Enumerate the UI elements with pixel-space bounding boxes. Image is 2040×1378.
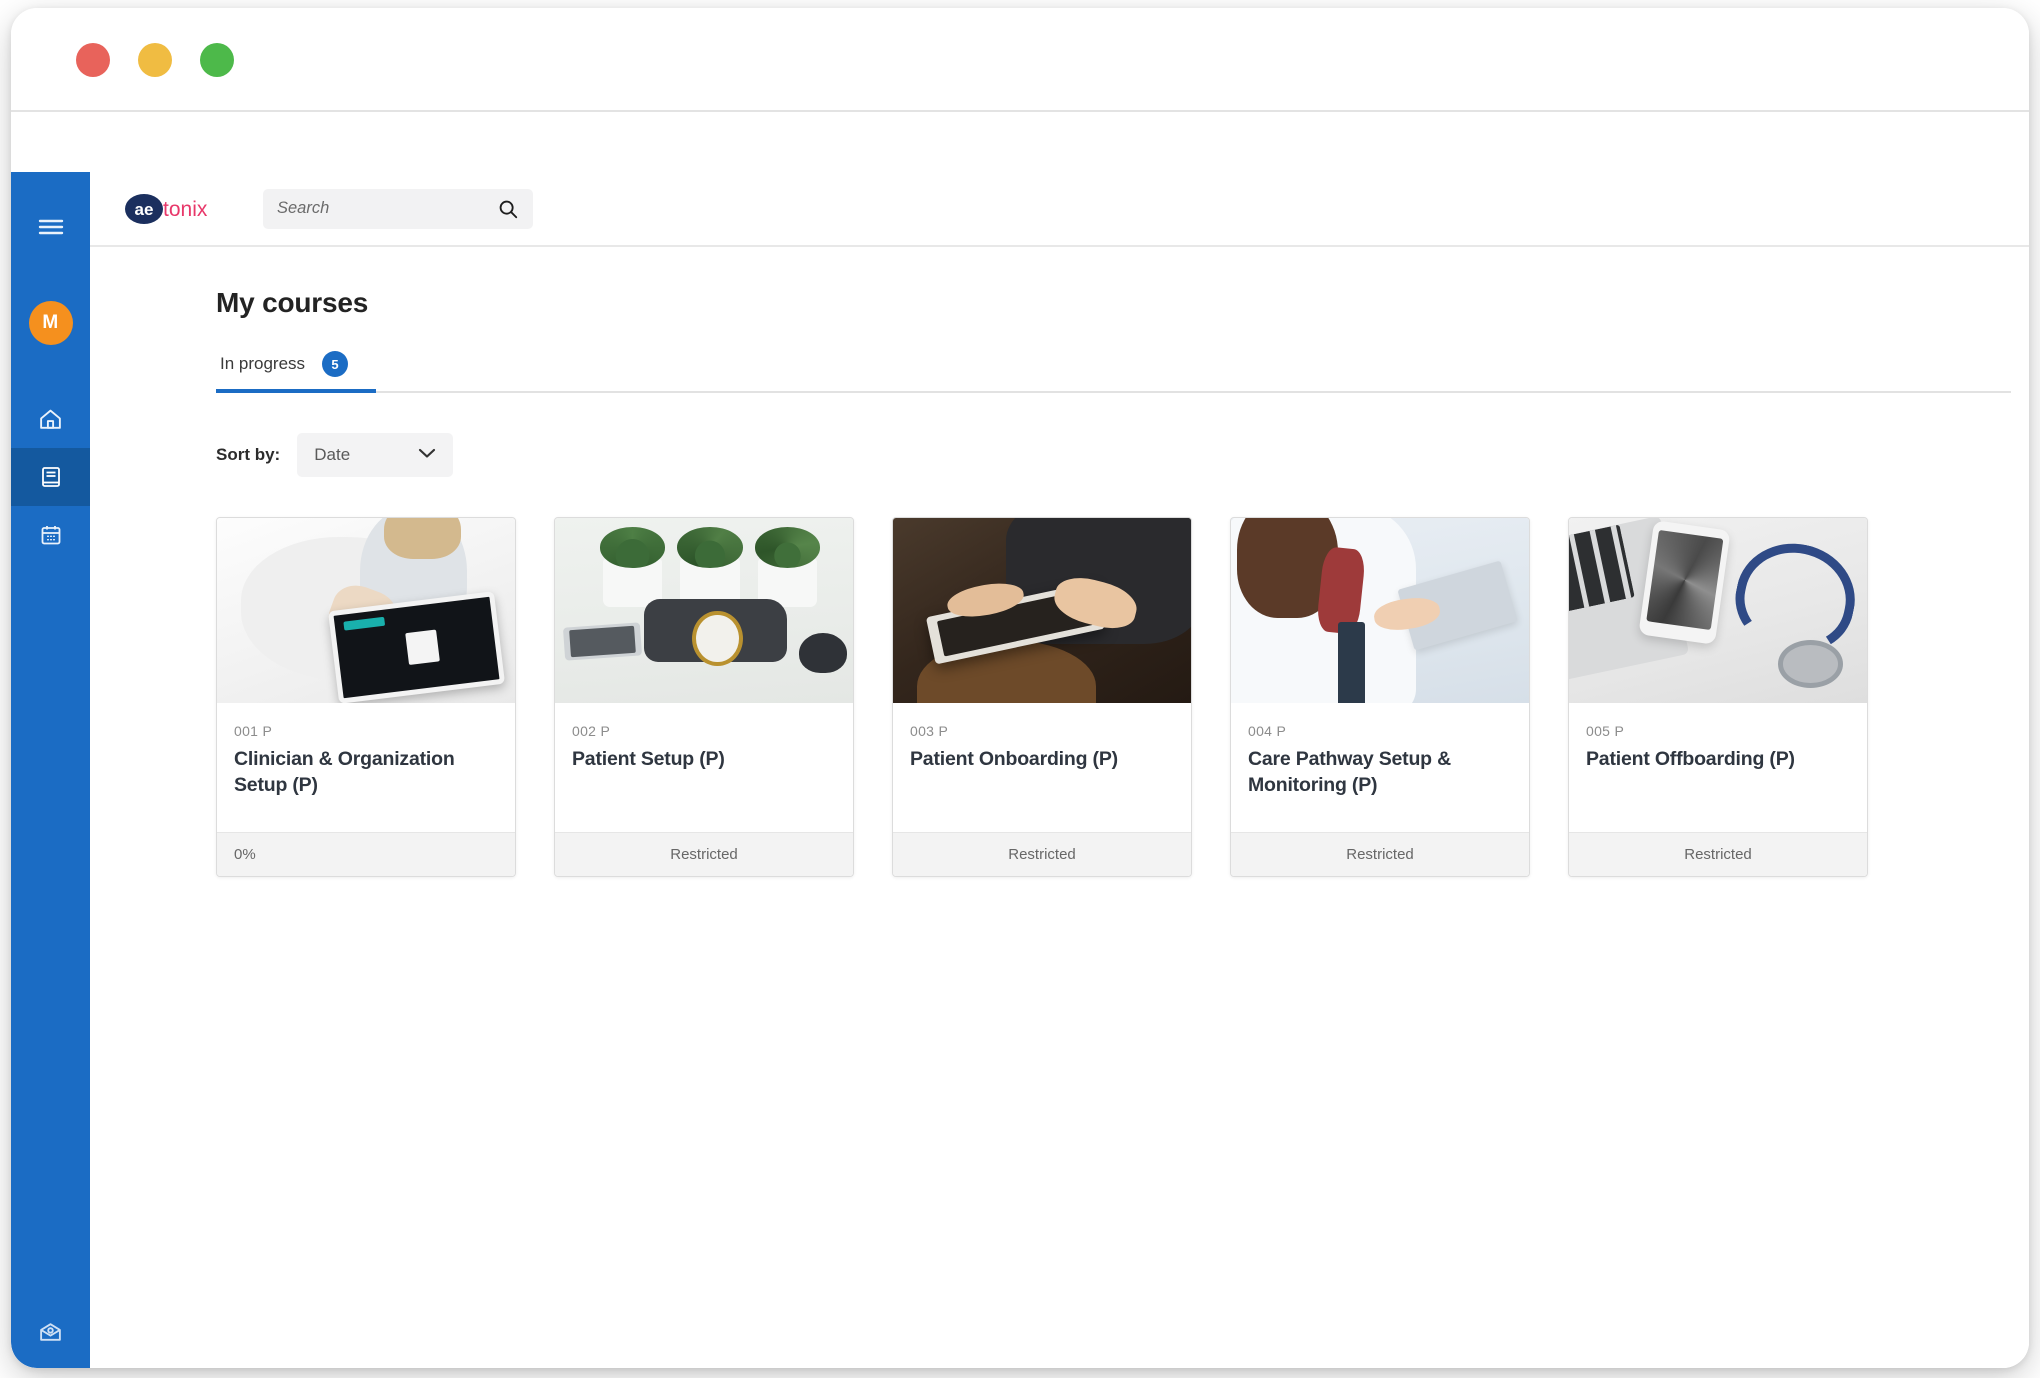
search-input[interactable] [277,199,519,218]
sidebar-item-courses[interactable] [11,448,90,506]
svg-text:tonix: tonix [163,198,208,221]
course-card-body: 002 P Patient Setup (P) [555,703,853,832]
close-button[interactable] [76,43,110,77]
zoom-button[interactable] [200,43,234,77]
course-card-body: 003 P Patient Onboarding (P) [893,703,1191,832]
chevron-down-icon [418,446,436,464]
sidebar-item-messages[interactable] [11,1320,90,1350]
avatar-initial: M [42,312,59,333]
course-thumbnail [555,518,853,703]
main-area: ae tonix My courses [90,172,2029,1368]
course-status: Restricted [893,832,1191,876]
course-code: 001 P [234,723,273,739]
course-card[interactable]: 003 P Patient Onboarding (P) Restricted [892,517,1192,877]
window-titlebar [11,8,2029,112]
page-content: My courses In progress 5 Sort by: Date 0… [90,247,2029,1368]
sort-by-value: Date [314,445,351,464]
book-icon [39,465,63,489]
sidebar-item-home[interactable] [11,390,90,448]
course-thumbnail [893,518,1191,703]
home-icon [38,407,63,432]
course-card[interactable]: 005 P Patient Offboarding (P) Restricted [1568,517,1868,877]
course-card-body: 005 P Patient Offboarding (P) [1569,703,1867,832]
course-title: Patient Setup (P) [572,748,725,770]
tab-count-badge: 5 [322,351,349,377]
course-title: Patient Offboarding (P) [1586,748,1795,770]
course-status: Restricted [555,832,853,876]
course-card-body: 001 P Clinician & Organization Setup (P) [217,703,515,832]
browser-window: M ae tonix Search My courses In progress… [11,8,2029,1368]
aetonix-logo[interactable]: ae tonix [125,192,235,226]
sidebar-avatar-row[interactable]: M [11,286,90,360]
sort-row: Sort by: Date [216,433,2029,477]
browser-chrome-strip [11,112,2029,172]
sort-by-label: Sort by: [216,445,281,464]
course-code: 004 P [1248,723,1287,739]
window-controls [76,43,234,77]
tab-in-progress[interactable]: In progress 5 [216,351,377,393]
sidebar-item-menu-toggle[interactable] [11,198,90,256]
sidebar: M [11,172,90,1368]
tab-label: In progress [220,354,306,373]
course-title: Care Pathway Setup & Monitoring (P) [1248,748,1451,797]
search-box[interactable] [263,188,533,229]
course-thumbnail [217,518,515,703]
inbox-icon [38,1320,63,1350]
course-card-grid: 001 P Clinician & Organization Setup (P)… [216,517,2029,877]
course-status: Restricted [1569,832,1867,876]
course-thumbnail [1569,518,1867,703]
page-title: My courses [216,287,369,318]
sidebar-item-calendar[interactable] [11,506,90,564]
calendar-icon [39,523,63,547]
tab-active-underline [216,389,377,393]
app-topbar: ae tonix [90,172,2029,247]
course-status: 0% [217,832,515,876]
sort-by-select[interactable]: Date [297,433,454,477]
course-tabs: In progress 5 [216,351,2011,393]
minimize-button[interactable] [138,43,172,77]
course-code: 005 P [1586,723,1625,739]
course-code: 002 P [572,723,611,739]
application-root: M ae tonix Search My courses In progress… [11,172,2029,1368]
search-icon[interactable] [497,198,519,225]
course-card[interactable]: 002 P Patient Setup (P) Restricted [554,517,854,877]
avatar[interactable]: M [28,301,73,345]
course-card[interactable]: 001 P Clinician & Organization Setup (P)… [216,517,516,877]
course-card-body: 004 P Care Pathway Setup & Monitoring (P… [1231,703,1529,832]
course-title: Clinician & Organization Setup (P) [234,748,455,797]
hamburger-icon [38,217,64,237]
course-thumbnail [1231,518,1529,703]
course-code: 003 P [910,723,949,739]
course-status: Restricted [1231,832,1529,876]
svg-text:ae: ae [135,200,154,219]
course-title: Patient Onboarding (P) [910,748,1118,770]
course-card[interactable]: 004 P Care Pathway Setup & Monitoring (P… [1230,517,1530,877]
